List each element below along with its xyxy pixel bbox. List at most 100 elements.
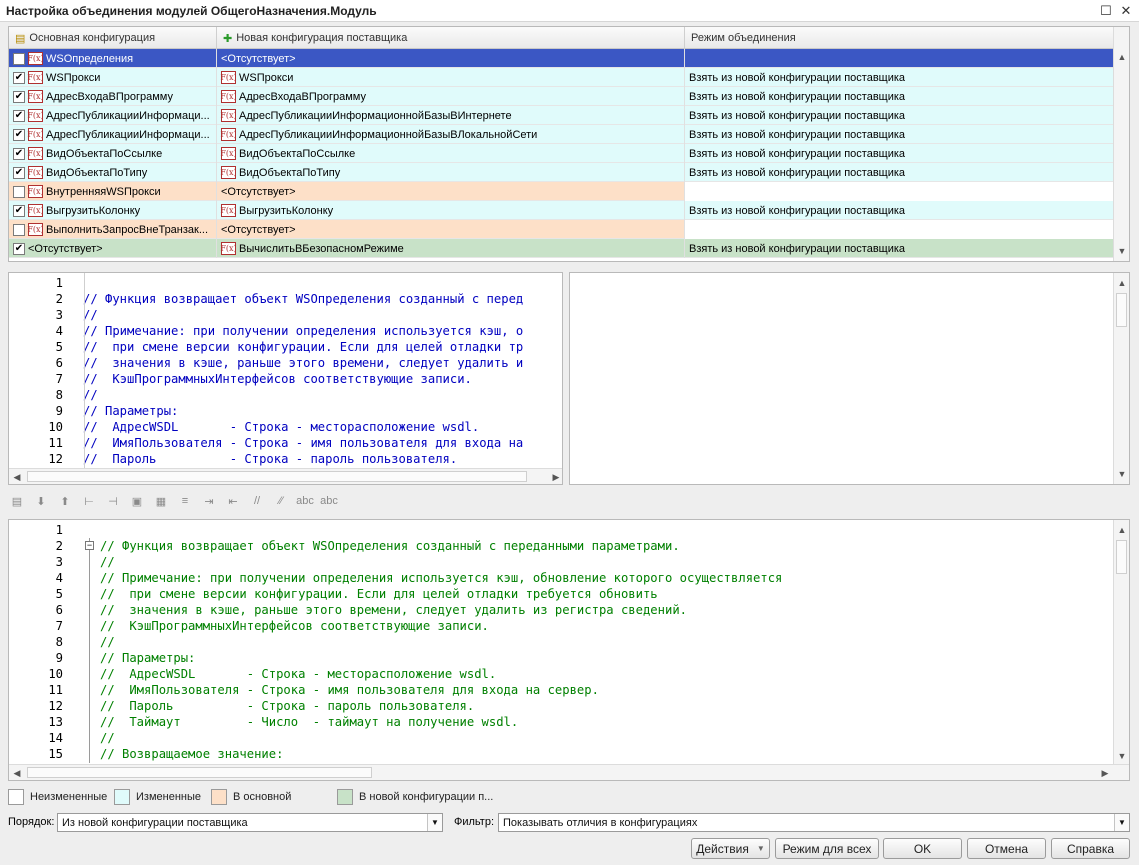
code-line[interactable]: //: [100, 554, 115, 570]
main-config-cell[interactable]: ✔ F(x) WSПрокси: [9, 68, 217, 87]
modules-grid[interactable]: ▤ Основная конфигурация ✚ Новая конфигурац…: [8, 26, 1130, 262]
chevron-down-icon[interactable]: ▼: [427, 814, 442, 831]
collapse-icon[interactable]: −: [85, 541, 94, 550]
merge-mode-cell[interactable]: Взять из новой конфигурации поставщика: [685, 163, 1115, 182]
code-line[interactable]: //: [83, 307, 98, 323]
code-line[interactable]: // значения в кэше, раньше этого времени…: [100, 602, 687, 618]
merge-mode-cell[interactable]: Взять из новой конфигурации поставщика: [685, 106, 1115, 125]
result-code-pane[interactable]: 1 2// Функция возвращает объект WSОпредел…: [8, 519, 1130, 781]
code-line[interactable]: // Функция возвращает объект WSОпределен…: [100, 538, 680, 554]
code-line[interactable]: //: [100, 634, 115, 650]
code-line[interactable]: // при смене версии конфигурации. Если д…: [100, 586, 658, 602]
merge-checkbox[interactable]: ✔: [13, 71, 25, 84]
main-config-cell[interactable]: ✔ F(x) ВидОбъектаПоСсылке: [9, 144, 217, 163]
merge-mode-cell[interactable]: Взять из новой конфигурации поставщика: [685, 125, 1115, 144]
scroll-up-icon[interactable]: ▲: [1114, 49, 1129, 65]
result-code-vscroll[interactable]: ▲ ▼: [1113, 520, 1129, 766]
merge-checkbox[interactable]: [13, 223, 25, 236]
merge-mode-cell[interactable]: [685, 220, 1115, 239]
help-button[interactable]: Справка: [1051, 838, 1130, 859]
mode-all-button[interactable]: Режим для всех: [775, 838, 879, 859]
main-config-cell[interactable]: ✔ F(x) ВыгрузитьКолонку: [9, 201, 217, 220]
new-code-pane[interactable]: ▲ ▼: [569, 272, 1130, 485]
code-line[interactable]: // при смене версии конфигурации. Если д…: [83, 339, 523, 355]
new-config-cell[interactable]: F(x) ВидОбъектаПоСсылке: [217, 144, 685, 163]
merge-checkbox[interactable]: ✔: [13, 204, 25, 217]
scroll-left-icon[interactable]: ◀: [9, 765, 25, 780]
scroll-down-icon[interactable]: ▼: [1114, 243, 1129, 259]
new-config-cell[interactable]: F(x) ВыгрузитьКолонку: [217, 201, 685, 220]
filter-select[interactable]: Показывать отличия в конфигурациях ▼: [498, 813, 1130, 832]
scroll-up-icon[interactable]: ▲: [1114, 275, 1129, 291]
new-config-cell[interactable]: F(x) ВидОбъектаПоТипу: [217, 163, 685, 182]
code-line[interactable]: // КэшПрограммныхИнтерфейсов соответству…: [83, 371, 472, 387]
merge-mode-cell[interactable]: Взять из новой конфигурации поставщика: [685, 68, 1115, 87]
shift-right-icon[interactable]: ⇥: [200, 495, 218, 508]
scroll-thumb[interactable]: [27, 471, 527, 482]
new-config-cell[interactable]: <Отсутствует>: [217, 182, 685, 201]
code-line[interactable]: // Пароль - Строка - пароль пользователя…: [83, 451, 457, 467]
indent-icon[interactable]: ≡: [176, 495, 194, 507]
merge-mode-cell[interactable]: Взять из новой конфигурации поставщика: [685, 239, 1115, 258]
grid-scrollbar[interactable]: ▲ ▼: [1113, 27, 1129, 261]
main-config-cell[interactable]: ✔ <Отсутствует>: [9, 239, 217, 258]
new-config-cell[interactable]: F(x) АдресПубликацииИнформационнойБазыВИн…: [217, 106, 685, 125]
merge-mode-cell[interactable]: Взять из новой конфигурации поставщика: [685, 144, 1115, 163]
merge-checkbox[interactable]: ✔: [13, 166, 25, 179]
table-row[interactable]: ✔ F(x) ВидОбъектаПоТипу F(x) ВидОбъектаПоТип…: [9, 163, 1115, 182]
down-arrow-icon[interactable]: ⬇: [32, 495, 50, 508]
merge-checkbox[interactable]: [13, 185, 25, 198]
code-line[interactable]: // КэшПрограммныхИнтерфейсов соответству…: [100, 618, 489, 634]
merge-mode-cell[interactable]: [685, 182, 1115, 201]
scroll-thumb[interactable]: [1116, 540, 1127, 574]
code-line[interactable]: // Параметры:: [83, 403, 178, 419]
table-row[interactable]: ✔ F(x) АдресПубликацииИнформаци... F(x) Адре…: [9, 106, 1115, 125]
table-row[interactable]: ✔ <Отсутствует> F(x) ВычислитьВБезопасномРе…: [9, 239, 1115, 258]
code-line[interactable]: // Возвращаемое значение:: [100, 746, 283, 762]
new-config-cell[interactable]: F(x) АдресПубликацииИнформационнойБазыВЛо…: [217, 125, 685, 144]
merge-mode-cell[interactable]: Взять из новой конфигурации поставщика: [685, 201, 1115, 220]
code-line[interactable]: // Примечание: при получении определения…: [83, 323, 523, 339]
header-main[interactable]: ▤ Основная конфигурация: [9, 27, 217, 49]
table-row[interactable]: ✔ F(x) АдресВходаВПрограмму F(x) АдресВходаВ…: [9, 87, 1115, 106]
code-line[interactable]: // Таймаут - Число - таймаут на получени…: [100, 714, 518, 730]
tree-settings-icon[interactable]: ⊣: [104, 495, 122, 508]
main-config-cell[interactable]: ✔ F(x) АдресВходаВПрограмму: [9, 87, 217, 106]
cancel-button[interactable]: Отмена: [967, 838, 1046, 859]
scroll-right-icon[interactable]: ▶: [1097, 765, 1113, 780]
main-code-pane[interactable]: 1 2// Функция возвращает объект WSОпредел…: [8, 272, 563, 485]
comment-icon[interactable]: //: [248, 495, 266, 507]
table-row[interactable]: ✔ F(x) ВидОбъектаПоСсылке F(x) ВидОбъектаПоС…: [9, 144, 1115, 163]
merge-checkbox[interactable]: ✔: [13, 90, 25, 103]
maximize-icon[interactable]: ☐: [1098, 3, 1114, 19]
actions-button[interactable]: Действия ▼: [691, 838, 770, 859]
code-line[interactable]: // Функция возвращает объект WSОпределен…: [83, 291, 523, 307]
scroll-up-icon[interactable]: ▲: [1114, 522, 1129, 538]
main-config-cell[interactable]: F(x) ВыполнитьЗапросВнеТранзак...: [9, 220, 217, 239]
scroll-thumb[interactable]: [27, 767, 372, 778]
merge-checkbox[interactable]: ✔: [13, 109, 25, 122]
shift-left-icon[interactable]: ⇤: [224, 495, 242, 508]
table-row[interactable]: F(x) ВыполнитьЗапросВнеТранзак... <Отсутст…: [9, 220, 1115, 239]
scroll-thumb[interactable]: [1116, 293, 1127, 327]
code-line[interactable]: // Пароль - Строка - пароль пользователя…: [100, 698, 474, 714]
scroll-down-icon[interactable]: ▼: [1114, 748, 1129, 764]
result-code-hscroll[interactable]: ◀ ▶: [9, 764, 1129, 780]
code-line[interactable]: // Примечание: при получении определения…: [100, 570, 782, 586]
header-new[interactable]: ✚ Новая конфигурация поставщика: [217, 27, 685, 49]
new-code-vscroll[interactable]: ▲ ▼: [1113, 273, 1129, 484]
paste-icon[interactable]: ▦: [152, 495, 170, 508]
scroll-left-icon[interactable]: ◀: [9, 469, 25, 484]
main-config-cell[interactable]: ✔ F(x) АдресПубликацииИнформаци...: [9, 125, 217, 144]
code-line[interactable]: //: [100, 730, 115, 746]
code-line[interactable]: // ИмяПользователя - Строка - имя пользо…: [83, 435, 523, 451]
main-config-cell[interactable]: ✔ F(x) АдресПубликацииИнформаци...: [9, 106, 217, 125]
doc-icon[interactable]: ▤: [8, 495, 26, 508]
main-code-hscroll[interactable]: ◀ ▶: [9, 468, 562, 484]
scroll-down-icon[interactable]: ▼: [1114, 466, 1129, 482]
copy-icon[interactable]: ▣: [128, 495, 146, 508]
table-row[interactable]: F(x) WSОпределения <Отсутствует>: [9, 49, 1115, 68]
chevron-down-icon[interactable]: ▼: [1114, 814, 1129, 831]
tree-icon[interactable]: ⊢: [80, 495, 98, 508]
merge-checkbox[interactable]: ✔: [13, 128, 25, 141]
